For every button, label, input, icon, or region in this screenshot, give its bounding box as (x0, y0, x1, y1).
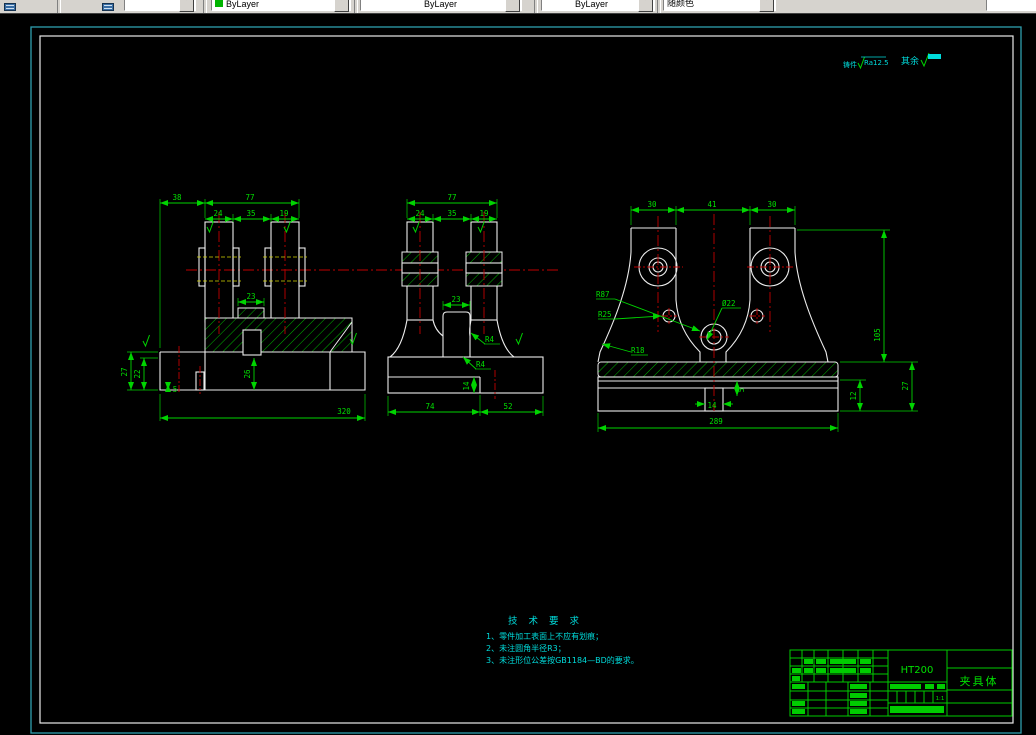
layers-button[interactable] (0, 0, 22, 13)
tech-req-item-2: 2、未注圆角半径R3； (486, 643, 566, 653)
dim-26: 26 (243, 369, 252, 379)
lineweight-combo[interactable]: ByLayer ▼ (541, 0, 655, 12)
drawing-canvas[interactable]: 铸件 Ra12.5 其余 38 77 24 35 19 23 26 27 22 … (0, 0, 1036, 735)
dim-5: 5 (173, 385, 178, 394)
chevron-down-icon[interactable]: ▼ (638, 0, 653, 12)
toolbar-separator (534, 0, 538, 13)
dim-dia22: Ø22 (722, 299, 736, 308)
dim-77: 77 (447, 193, 456, 202)
dim-r87: R87 (596, 290, 610, 299)
linetype-combo-value: ByLayer (424, 0, 458, 9)
dim-52: 52 (503, 402, 512, 411)
lineweight-combo-value: ByLayer (575, 0, 609, 9)
plotstyle-combo[interactable]: 随颜色 ▼ (663, 0, 776, 12)
section-view-dimensions: 77 24 35 19 23 R4 R4 14 74 52 (387, 193, 544, 416)
casting-roughness-value: Ra12.5 (864, 59, 889, 67)
surface-finish-note: 铸件 Ra12.5 其余 (843, 52, 941, 70)
sheet-frame (30, 26, 1022, 734)
dim-14: 14 (462, 381, 471, 391)
toolbar-separator (203, 0, 207, 13)
dim-r4a: R4 (485, 335, 495, 344)
dim-27: 27 (901, 381, 910, 390)
toolbar-separator (657, 0, 661, 13)
casting-label: 铸件 (843, 60, 857, 69)
linetype-combo[interactable]: ByLayer ▼ (360, 0, 522, 12)
dim-23: 23 (451, 295, 460, 304)
properties-toolbar: ▼ ByLayer ▼ ByLayer ▼ ByLayer ▼ 随颜色 ▼ (0, 0, 1036, 14)
dim-35: 35 (246, 209, 255, 218)
front-view-centerlines (178, 212, 307, 394)
dim-24: 24 (415, 209, 425, 218)
color-combo-value: ByLayer (226, 0, 260, 9)
layers-icon (4, 3, 16, 11)
dim-105: 105 (873, 328, 882, 342)
dim-19: 19 (479, 209, 488, 218)
section-view-outline (387, 221, 544, 394)
tech-req-title: 技 术 要 求 (508, 615, 583, 627)
dim-77: 77 (245, 193, 254, 202)
surface-check-icon (920, 52, 930, 68)
section-view: 77 24 35 19 23 R4 R4 14 74 52 (387, 193, 544, 416)
front-view-dimensions: 38 77 24 35 19 23 26 27 22 5 320 (120, 193, 366, 422)
title-block: HT200 1:1 夹具体 (789, 649, 1013, 717)
dim-38: 38 (172, 193, 182, 202)
toolbar-separator (57, 0, 61, 13)
dim-35: 35 (447, 209, 456, 218)
scale-value: 1:1 (936, 696, 945, 702)
part-name: 夹具体 (960, 674, 999, 688)
toolbar-separator (354, 0, 358, 13)
front-view-outline (159, 221, 366, 391)
machining-symbol-bar (928, 54, 941, 59)
dim-r4b: R4 (476, 360, 486, 369)
technical-requirements: 技 术 要 求 1、零件加工表面上不应有划痕； 2、未注圆角半径R3； 3、未注… (486, 615, 639, 665)
side-view-outline (597, 227, 839, 412)
dim-r25: R25 (598, 310, 612, 319)
front-view: 38 77 24 35 19 23 26 27 22 5 320 (120, 193, 366, 422)
dim-30-left: 30 (647, 200, 657, 209)
dim-22: 22 (133, 369, 142, 378)
color-swatch-icon (215, 0, 223, 7)
side-view: 30 41 30 105 27 12 289 14 5 R87 R25 R18 … (596, 200, 918, 432)
chevron-down-icon[interactable]: ▼ (505, 0, 520, 12)
material-value: HT200 (901, 665, 934, 676)
dim-30-right: 30 (767, 200, 777, 209)
others-label: 其余 (901, 55, 919, 67)
dim-14: 14 (707, 401, 717, 410)
color-combo[interactable]: ByLayer ▼ (211, 0, 351, 12)
cad-window: ▼ ByLayer ▼ ByLayer ▼ ByLayer ▼ 随颜色 ▼ (0, 0, 1036, 735)
layer-icon (102, 3, 114, 11)
dim-19: 19 (279, 209, 288, 218)
dim-23: 23 (246, 292, 255, 301)
layer-state-button[interactable] (98, 0, 120, 13)
plotstyle-combo-value: 随颜色 (667, 0, 695, 8)
dim-12: 12 (849, 391, 858, 400)
dim-320: 320 (337, 407, 351, 416)
dim-r18: R18 (631, 346, 645, 355)
layer-combo[interactable]: ▼ (124, 0, 196, 12)
dim-24: 24 (213, 209, 223, 218)
dim-41: 41 (707, 200, 716, 209)
section-view-centerlines (419, 212, 496, 399)
chevron-down-icon[interactable]: ▼ (334, 0, 349, 12)
chevron-down-icon[interactable]: ▼ (759, 0, 774, 12)
extra-combo[interactable] (986, 0, 1036, 11)
dim-289: 289 (709, 417, 723, 426)
dim-5: 5 (737, 388, 746, 393)
tech-req-item-1: 1、零件加工表面上不应有划痕； (486, 631, 603, 641)
dim-74: 74 (425, 402, 435, 411)
chevron-down-icon[interactable]: ▼ (179, 0, 194, 12)
side-view-dimensions: 30 41 30 105 27 12 289 14 5 R87 R25 R18 … (596, 200, 918, 432)
tech-req-item-3: 3、未注形位公差按GB1184—BD的要求。 (486, 655, 639, 665)
dim-27: 27 (120, 367, 129, 376)
